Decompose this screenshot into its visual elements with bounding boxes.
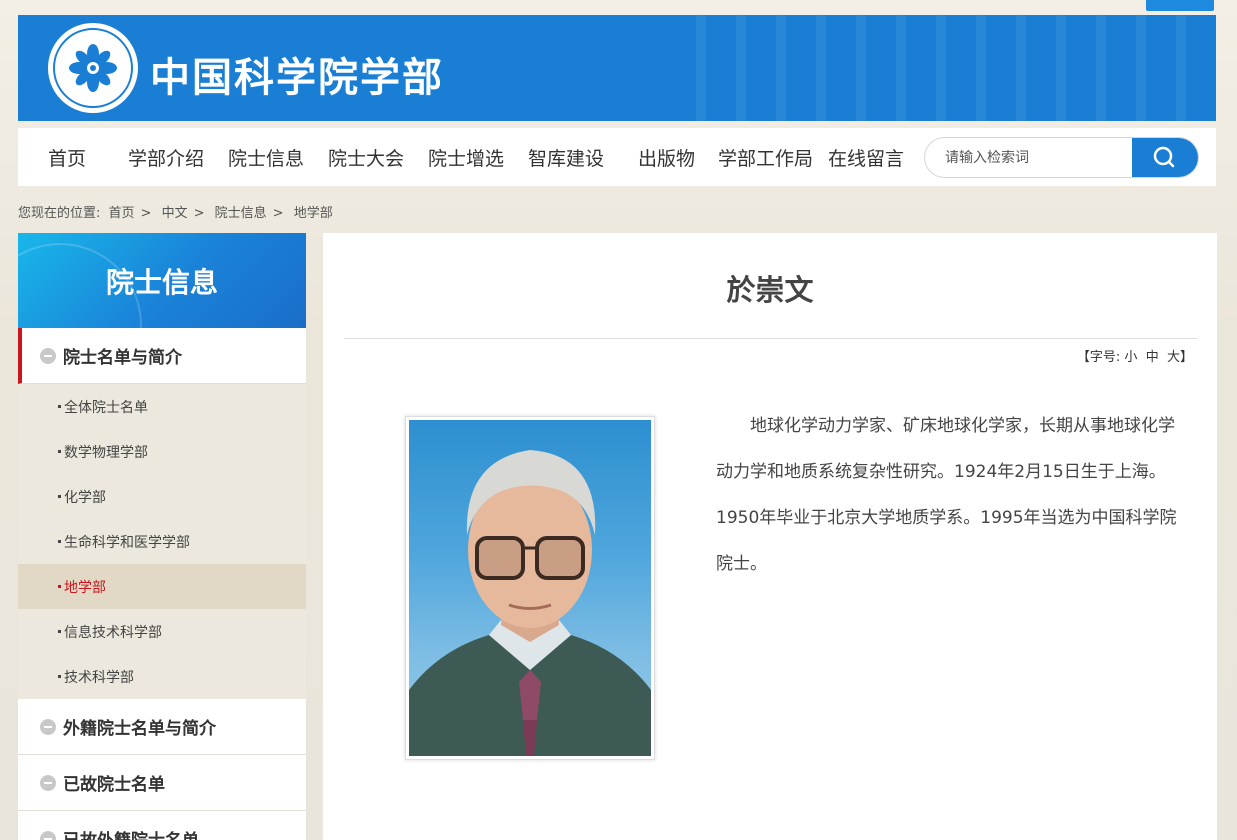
nav-item-bureau[interactable]: 学部工作局 [718, 144, 813, 171]
sidebar-item-earth-sciences[interactable]: 地学部 [18, 564, 306, 609]
sidebar-item-life-sciences[interactable]: 生命科学和医学学部 [18, 519, 306, 564]
sidebar-item-label: 地学部 [64, 579, 106, 596]
font-size-control: 【字号: 小 中 大】 [1077, 346, 1193, 365]
sidebar-item-tech-sciences[interactable]: 技术科学部 [18, 654, 306, 699]
nav-item-assembly[interactable]: 院士大会 [328, 144, 404, 171]
breadcrumb: 您现在的位置: 首页 > 中文 > 院士信息 > 地学部 [18, 202, 337, 221]
page-title: 於崇文 [726, 273, 814, 307]
collapse-icon [40, 347, 56, 364]
portrait-photo [409, 420, 651, 756]
nav-item-message[interactable]: 在线留言 [828, 144, 904, 171]
sidebar-item-label: 化学部 [64, 489, 106, 506]
font-size-label: 【字号: [1076, 350, 1121, 365]
sidebar-group-foreign[interactable]: 外籍院士名单与简介 [18, 699, 306, 755]
font-size-close: 】 [1179, 350, 1193, 365]
site-title: 中国科学院学部 [150, 54, 444, 101]
breadcrumb-separator: > [193, 206, 205, 221]
sidebar-group-deceased[interactable]: 已故院士名单 [18, 755, 306, 811]
collapse-icon [40, 718, 56, 735]
sidebar: 院士信息 院士名单与简介 全体院士名单 数学物理学部 化学部 生命科学和医学学部… [18, 233, 306, 840]
sidebar-sub-list: 全体院士名单 数学物理学部 化学部 生命科学和医学学部 地学部 信息技术科学部 … [18, 384, 306, 699]
cas-logo-icon[interactable] [48, 23, 138, 113]
breadcrumb-home[interactable]: 首页 [109, 206, 135, 221]
portrait-frame [405, 416, 655, 760]
nav-item-academicians[interactable]: 院士信息 [228, 144, 304, 171]
sidebar-group-label: 院士名单与简介 [63, 348, 182, 368]
sidebar-item-math-physics[interactable]: 数学物理学部 [18, 429, 306, 474]
search-input[interactable] [925, 138, 1133, 177]
top-strip [0, 0, 1237, 15]
site-header: 中国科学院学部 [18, 15, 1216, 121]
sidebar-item-label: 生命科学和医学学部 [64, 534, 190, 551]
header-background-pattern [696, 15, 1216, 121]
nav-item-about[interactable]: 学部介绍 [128, 144, 204, 171]
sidebar-group-label: 已故院士名单 [63, 775, 165, 795]
breadcrumb-separator: > [272, 206, 284, 221]
search-button[interactable] [1132, 138, 1198, 177]
main-content: 於崇文 【字号: 小 中 大】 地球化学动力学家、矿床地球化学家，长期从事地球化… [323, 233, 1217, 840]
sidebar-group-label: 已故外籍院士名单 [63, 826, 199, 840]
font-size-small-button[interactable]: 小 [1124, 350, 1137, 365]
breadcrumb-separator: > [140, 206, 152, 221]
title-divider [344, 338, 1197, 339]
font-size-large-button[interactable]: 大 [1167, 350, 1180, 365]
breadcrumb-earth-sciences[interactable]: 地学部 [294, 206, 333, 221]
sidebar-item-label: 全体院士名单 [64, 399, 148, 416]
nav-item-election[interactable]: 院士增选 [428, 144, 504, 171]
nav-item-home[interactable]: 首页 [48, 144, 86, 171]
search-icon [1153, 146, 1175, 167]
biography-text: 地球化学动力学家、矿床地球化学家，长期从事地球化学动力学和地质系统复杂性研究。1… [716, 416, 1177, 574]
breadcrumb-label: 您现在的位置: [18, 206, 101, 221]
font-size-medium-button[interactable]: 中 [1146, 350, 1159, 365]
sidebar-group-deceased-foreign[interactable]: 已故外籍院士名单 [18, 811, 306, 840]
search-box [924, 137, 1199, 178]
sidebar-item-label: 数学物理学部 [64, 444, 148, 461]
language-button[interactable] [1146, 0, 1214, 11]
sidebar-item-label: 信息技术科学部 [64, 624, 162, 641]
sidebar-group-label: 外籍院士名单与简介 [63, 719, 216, 739]
sidebar-group-list-and-profiles[interactable]: 院士名单与简介 [18, 328, 306, 384]
sidebar-item-all[interactable]: 全体院士名单 [18, 384, 306, 429]
sidebar-title: 院士信息 [105, 265, 218, 299]
nav-item-publications[interactable]: 出版物 [638, 144, 695, 171]
sidebar-item-info-tech[interactable]: 信息技术科学部 [18, 609, 306, 654]
collapse-icon [40, 774, 56, 791]
nav-item-think-tank[interactable]: 智库建设 [528, 144, 604, 171]
breadcrumb-academicians[interactable]: 院士信息 [215, 206, 267, 221]
main-nav: 首页 学部介绍 院士信息 院士大会 院士增选 智库建设 出版物 学部工作局 在线… [18, 128, 1216, 186]
collapse-icon [40, 830, 56, 840]
sidebar-header: 院士信息 [18, 233, 306, 328]
sidebar-item-label: 技术科学部 [64, 669, 134, 686]
sidebar-item-chemistry[interactable]: 化学部 [18, 474, 306, 519]
breadcrumb-chinese[interactable]: 中文 [162, 206, 188, 221]
